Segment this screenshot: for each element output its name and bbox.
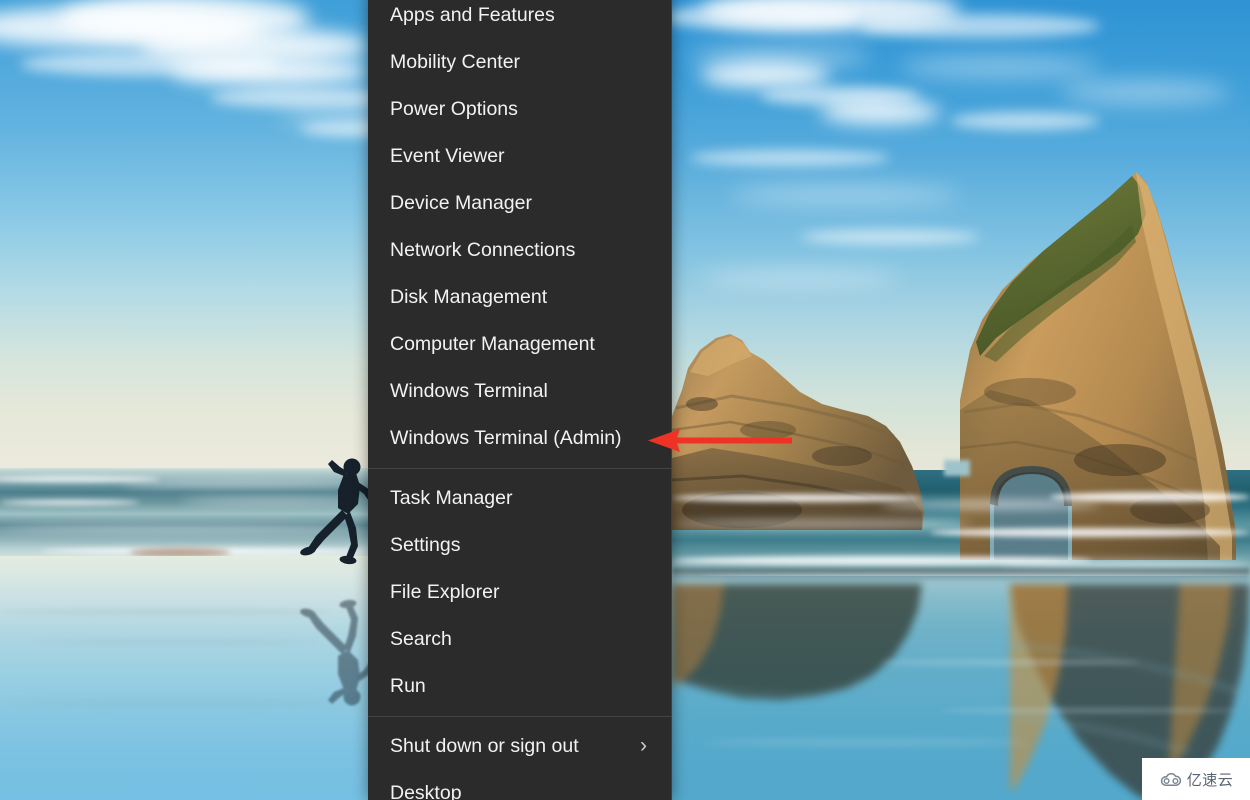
menu-item-device-manager[interactable]: Device Manager xyxy=(368,180,671,227)
menu-item-file-explorer[interactable]: File Explorer xyxy=(368,569,671,616)
menu-item-label: Apps and Features xyxy=(390,4,555,26)
menu-item-shut-down-or-sign-out[interactable]: Shut down or sign out › xyxy=(368,723,671,770)
menu-item-label: Desktop xyxy=(390,782,462,800)
menu-item-label: Computer Management xyxy=(390,333,595,355)
menu-item-power-options[interactable]: Power Options xyxy=(368,86,671,133)
rock-reflection-left xyxy=(672,584,922,700)
menu-item-label: Device Manager xyxy=(390,192,532,214)
menu-item-label: Network Connections xyxy=(390,239,576,261)
cloud xyxy=(730,186,960,204)
menu-item-label: Settings xyxy=(390,534,461,556)
surf-line xyxy=(0,500,140,505)
menu-item-windows-terminal-admin[interactable]: Windows Terminal (Admin) xyxy=(368,415,671,462)
menu-item-label: File Explorer xyxy=(390,581,500,603)
menu-item-computer-management[interactable]: Computer Management xyxy=(368,321,671,368)
cloud xyxy=(1060,80,1230,104)
menu-item-label: Run xyxy=(390,675,426,697)
surf-line xyxy=(1050,492,1250,502)
ripple xyxy=(940,708,1240,713)
menu-item-search[interactable]: Search xyxy=(368,616,671,663)
menu-item-task-manager[interactable]: Task Manager xyxy=(368,475,671,522)
menu-item-settings[interactable]: Settings xyxy=(368,522,671,569)
menu-item-mobility-center[interactable]: Mobility Center xyxy=(368,39,671,86)
chevron-right-icon: › xyxy=(640,734,647,757)
menu-item-disk-management[interactable]: Disk Management xyxy=(368,274,671,321)
cloud xyxy=(690,150,890,166)
menu-item-desktop[interactable]: Desktop xyxy=(368,770,671,800)
cloud xyxy=(820,100,940,124)
menu-item-label: Windows Terminal (Admin) xyxy=(390,427,622,449)
watermark-text: 亿速云 xyxy=(1186,771,1234,789)
menu-item-label: Power Options xyxy=(390,98,518,120)
wave-edge xyxy=(672,568,1250,582)
screen: Apps and Features Mobility Center Power … xyxy=(0,0,1250,800)
menu-separator xyxy=(368,468,671,469)
menu-item-windows-terminal[interactable]: Windows Terminal xyxy=(368,368,671,415)
rock-formation-left xyxy=(672,334,924,530)
cloud xyxy=(170,58,370,86)
menu-item-label: Task Manager xyxy=(390,487,513,509)
cloud xyxy=(860,14,1100,38)
menu-item-apps-and-features[interactable]: Apps and Features xyxy=(368,0,671,39)
ripple xyxy=(880,660,1140,665)
menu-item-label: Disk Management xyxy=(390,286,548,308)
menu-item-label: Windows Terminal xyxy=(390,380,548,402)
runner-reflection xyxy=(300,599,376,706)
menu-item-label: Search xyxy=(390,628,452,650)
menu-item-event-viewer[interactable]: Event Viewer xyxy=(368,133,671,180)
menu-item-label: Event Viewer xyxy=(390,145,505,167)
sand-texture xyxy=(0,610,330,614)
cloud-icon xyxy=(1160,772,1181,786)
watermark: 亿速云 xyxy=(1142,758,1250,800)
menu-item-run[interactable]: Run xyxy=(368,663,671,710)
ripple xyxy=(700,740,1030,745)
surf-line xyxy=(672,520,972,528)
surf-line xyxy=(930,528,1250,537)
horizon-gap xyxy=(944,460,970,476)
menu-item-label: Mobility Center xyxy=(390,51,521,73)
sand-texture xyxy=(30,640,320,644)
surf-line xyxy=(672,494,922,502)
cloud xyxy=(800,230,980,244)
winx-quick-link-menu[interactable]: Apps and Features Mobility Center Power … xyxy=(368,0,672,800)
menu-item-network-connections[interactable]: Network Connections xyxy=(368,227,671,274)
surf-line xyxy=(880,500,1100,509)
cloud xyxy=(950,112,1100,130)
menu-separator xyxy=(368,716,671,717)
menu-item-label: Shut down or sign out xyxy=(390,735,579,757)
runner-silhouette xyxy=(300,458,376,565)
cloud xyxy=(900,56,1100,78)
cloud xyxy=(700,62,830,88)
